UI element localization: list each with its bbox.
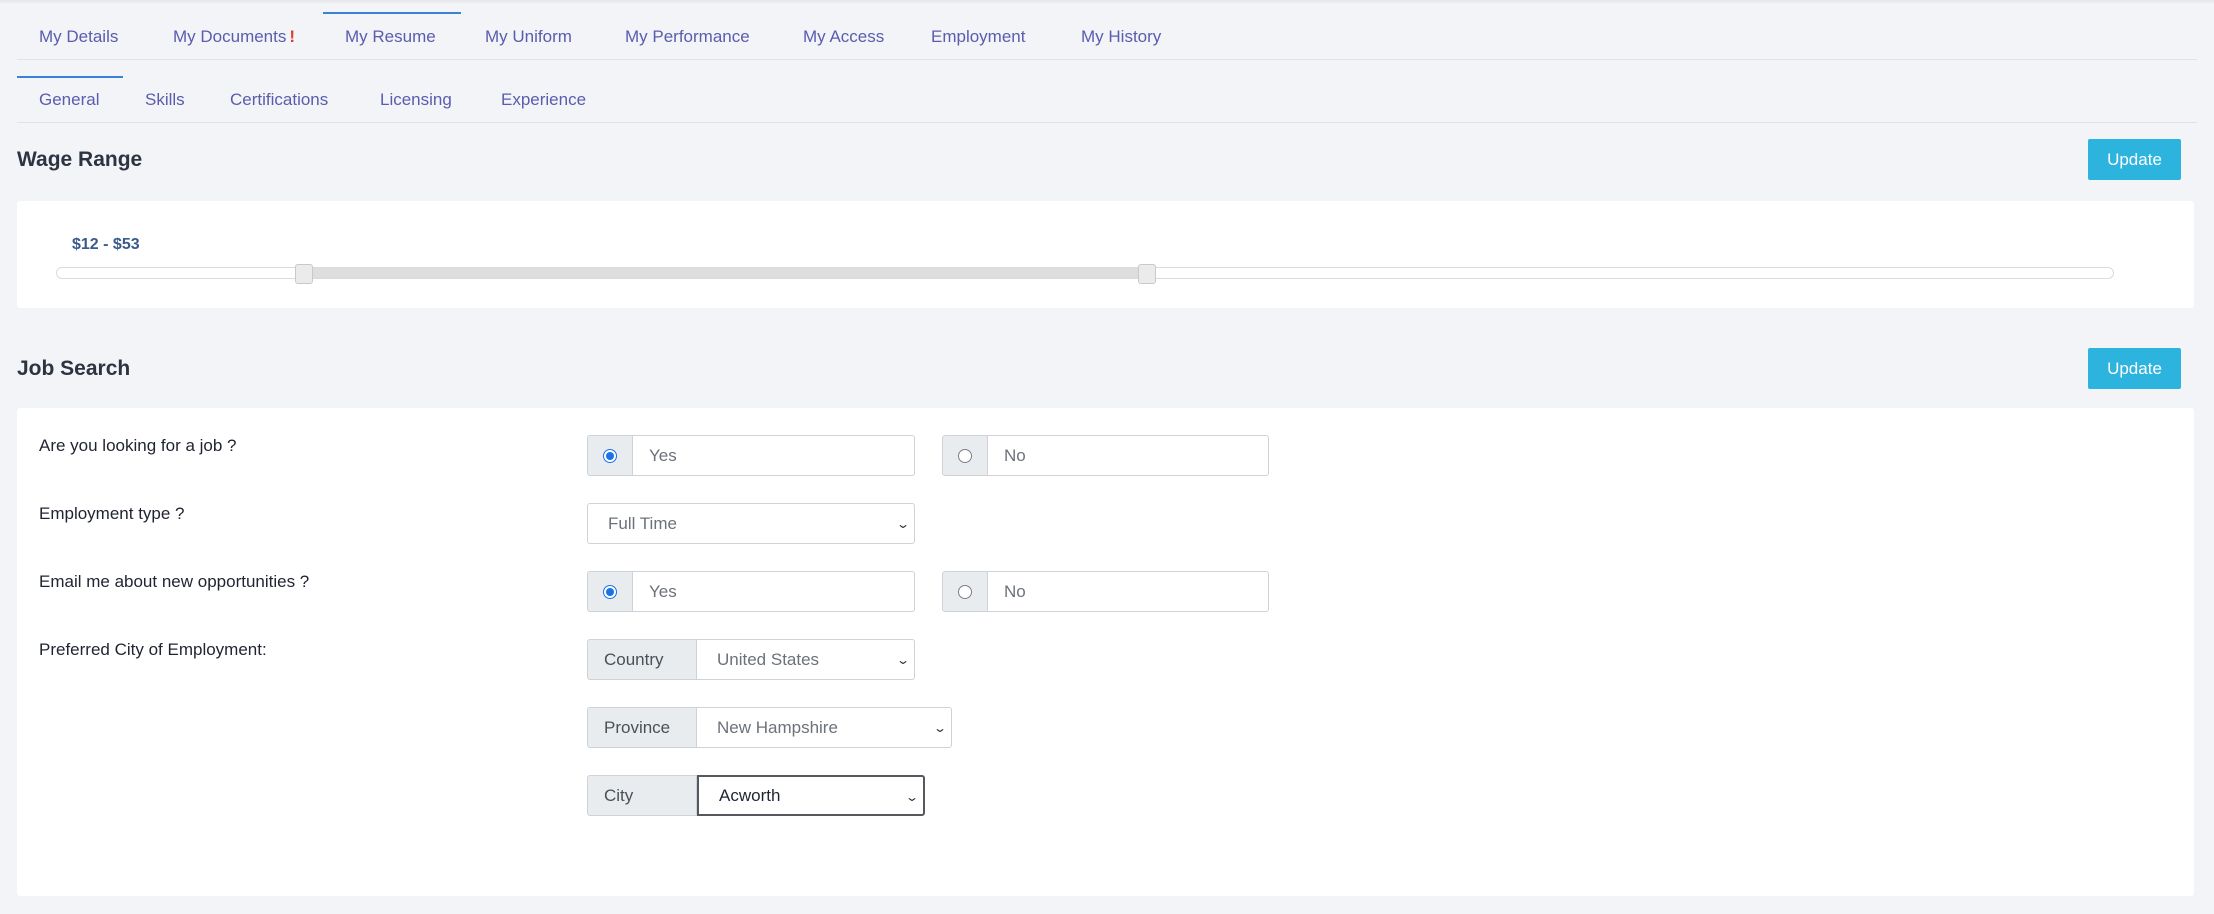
tab-label: My History <box>1081 26 1162 46</box>
slider-min-handle[interactable] <box>295 264 313 284</box>
looking-for-job-label: Are you looking for a job ? <box>39 436 237 455</box>
looking-yes-option[interactable]: Yes <box>587 435 915 476</box>
slider-selected-range <box>304 268 1147 278</box>
select-value: Acworth <box>719 785 781 805</box>
city-field: City Acworth ⌄ <box>587 775 925 816</box>
province-addon-label: Province <box>587 707 697 748</box>
option-label: No <box>988 435 1269 476</box>
tab-my-documents[interactable]: My Documents! <box>151 12 321 59</box>
province-select[interactable]: New Hampshire ⌄ <box>697 707 952 748</box>
wage-range-title: Wage Range <box>17 148 143 171</box>
tab-my-uniform[interactable]: My Uniform <box>463 12 601 59</box>
job-search-title: Job Search <box>17 357 131 380</box>
email-yes-option[interactable]: Yes <box>587 571 915 612</box>
tab-label: My Resume <box>345 26 436 46</box>
wage-range-value: $12 - $53 <box>72 236 140 253</box>
wage-update-button[interactable]: Update <box>2088 139 2181 180</box>
radio-checked-icon[interactable] <box>603 584 617 599</box>
radio-addon <box>587 435 633 476</box>
select-value: New Hampshire <box>717 717 838 737</box>
wage-range-slider[interactable] <box>56 264 2114 284</box>
tab-label: Employment <box>931 26 1026 46</box>
email-opportunities-label: Email me about new opportunities ? <box>39 572 310 591</box>
select-value: Full Time <box>608 513 677 533</box>
select-value: United States <box>717 649 820 669</box>
tab-label: Skills <box>145 90 185 109</box>
city-addon-label: City <box>587 775 697 816</box>
tab-employment[interactable]: Employment <box>909 12 1057 59</box>
tab-my-resume[interactable]: My Resume <box>323 12 461 59</box>
subtab-experience[interactable]: Experience <box>479 76 609 122</box>
option-label: Yes <box>633 571 915 612</box>
sub-tab-bar: General Skills Certifications Licensing … <box>17 76 2197 123</box>
subtab-skills[interactable]: Skills <box>123 76 208 122</box>
top-shadow <box>0 0 2214 4</box>
country-addon-label: Country <box>587 639 697 680</box>
job-search-update-button[interactable]: Update <box>2088 348 2181 389</box>
tab-label: Experience <box>501 90 587 109</box>
country-select[interactable]: United States ⌄ <box>697 639 915 680</box>
subtab-licensing[interactable]: Licensing <box>358 76 479 122</box>
country-field: Country United States ⌄ <box>587 639 915 680</box>
radio-addon <box>587 571 633 612</box>
option-label: No <box>988 571 1269 612</box>
tab-label: My Documents <box>173 26 287 46</box>
employment-type-select[interactable]: Full Time ⌄ <box>587 503 915 544</box>
email-no-option[interactable]: No <box>942 571 1269 612</box>
preferred-city-label: Preferred City of Employment: <box>39 640 267 659</box>
slider-max-handle[interactable] <box>1138 264 1156 284</box>
radio-unchecked-icon[interactable] <box>958 584 972 599</box>
tab-label: My Access <box>803 26 885 46</box>
tab-label: Licensing <box>380 90 452 109</box>
looking-no-option[interactable]: No <box>942 435 1269 476</box>
subtab-general[interactable]: General <box>17 76 123 122</box>
radio-unchecked-icon[interactable] <box>958 448 972 463</box>
wage-range-panel: $12 - $53 <box>17 201 2194 308</box>
subtab-certifications[interactable]: Certifications <box>208 76 358 122</box>
city-select[interactable]: Acworth ⌄ <box>697 775 925 816</box>
employment-type-label: Employment type ? <box>39 504 185 523</box>
tab-my-performance[interactable]: My Performance <box>603 12 779 59</box>
tab-label: Certifications <box>230 90 329 109</box>
tab-label: My Details <box>39 26 119 46</box>
option-label: Yes <box>633 435 915 476</box>
radio-checked-icon[interactable] <box>603 448 617 463</box>
main-tab-bar: My Details My Documents! My Resume My Un… <box>17 12 2197 60</box>
alert-icon: ! <box>289 26 296 46</box>
tab-label: My Uniform <box>485 26 572 46</box>
chevron-down-icon: ⌄ <box>895 653 911 667</box>
chevron-down-icon: ⌄ <box>904 790 920 804</box>
job-search-panel <box>17 408 2194 896</box>
chevron-down-icon: ⌄ <box>932 721 948 735</box>
province-field: Province New Hampshire ⌄ <box>587 707 952 748</box>
radio-addon <box>942 571 988 612</box>
tab-label: My Performance <box>625 26 750 46</box>
tab-my-access[interactable]: My Access <box>781 12 907 59</box>
radio-addon <box>942 435 988 476</box>
tab-label: General <box>39 90 100 109</box>
chevron-down-icon: ⌄ <box>895 517 911 531</box>
tab-my-details[interactable]: My Details <box>17 12 149 59</box>
tab-my-history[interactable]: My History <box>1059 12 1179 59</box>
